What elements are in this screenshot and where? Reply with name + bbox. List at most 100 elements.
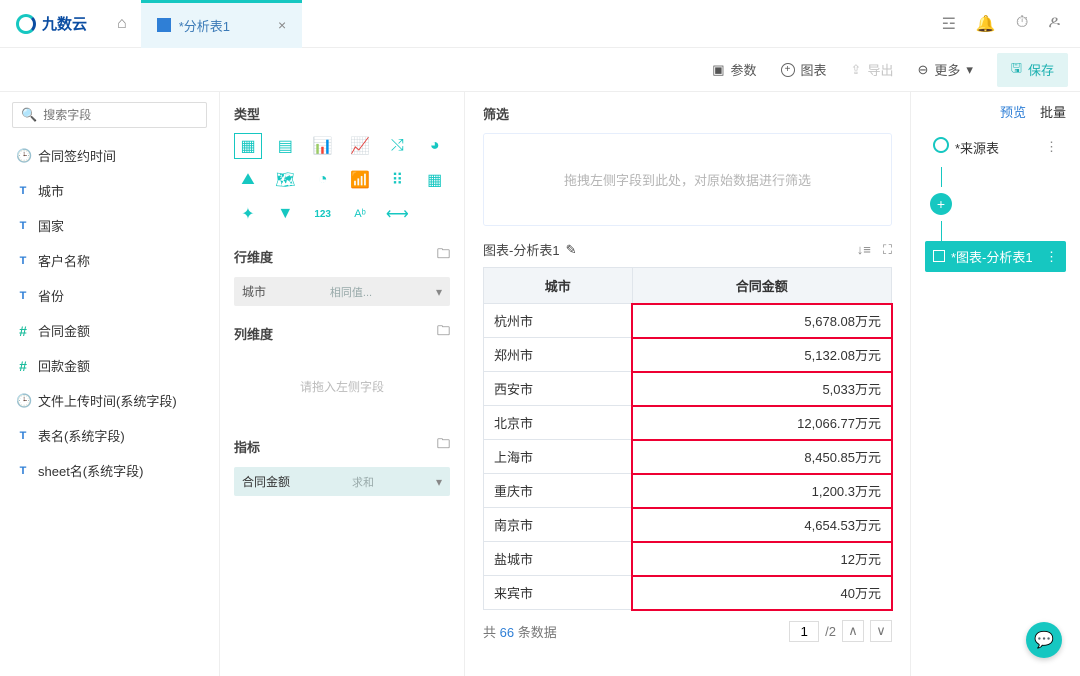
- more-icon[interactable]: ⋮: [1045, 249, 1058, 265]
- chart-type-text[interactable]: Aᵇ: [346, 201, 374, 227]
- metric-agg: 求和: [352, 474, 374, 490]
- field-label: 客户名称: [38, 251, 90, 270]
- field-item[interactable]: #合同金额: [12, 313, 207, 348]
- table-row[interactable]: 郑州市5,132.08万元: [484, 338, 892, 372]
- more-button[interactable]: ⊖ 更多 ▾: [917, 60, 972, 79]
- table-row[interactable]: 上海市8,450.85万元: [484, 440, 892, 474]
- page-prev-button[interactable]: ∧: [842, 620, 864, 642]
- chart-type-pie[interactable]: ◕: [421, 133, 449, 159]
- add-node-button[interactable]: +: [930, 193, 952, 215]
- col-header-city[interactable]: 城市: [484, 268, 633, 304]
- folder-icon[interactable]: 🗀: [437, 245, 450, 267]
- page-input[interactable]: [789, 621, 819, 642]
- table-row[interactable]: 盐城市12万元: [484, 542, 892, 576]
- chart-type-grid[interactable]: ▤: [271, 133, 299, 159]
- col-dim-title: 列维度 🗀: [234, 322, 450, 344]
- brand-text: 九数云: [42, 13, 87, 34]
- export-button[interactable]: ⇪ 导出: [851, 60, 894, 79]
- params-button[interactable]: ▣ 参数: [712, 60, 756, 79]
- more-icon[interactable]: ⋮: [1045, 139, 1058, 155]
- table-row[interactable]: 南京市4,654.53万元: [484, 508, 892, 542]
- metric-pill[interactable]: 合同金额 求和 ▾: [234, 467, 450, 496]
- timer-icon[interactable]: ⏱: [1016, 14, 1028, 34]
- folder-icon[interactable]: 🗀: [437, 322, 450, 344]
- number-icon: #: [16, 358, 30, 374]
- field-item[interactable]: 🕒文件上传时间(系统字段): [12, 383, 207, 418]
- cell-city: 上海市: [484, 440, 633, 474]
- col-header-amount[interactable]: 合同金额: [632, 268, 891, 304]
- node-icon: [933, 137, 949, 153]
- add-chart-button[interactable]: + 图表: [781, 60, 827, 79]
- chart-type-table[interactable]: ▦: [234, 133, 262, 159]
- tab-label: *分析表1: [179, 16, 230, 35]
- notification-icon[interactable]: 🔔: [976, 14, 996, 34]
- filter-dropzone[interactable]: 拖拽左侧字段到此处，对原始数据进行筛选: [483, 133, 892, 226]
- source-node[interactable]: *来源表 ⋮: [925, 131, 1066, 163]
- chart-node[interactable]: *图表-分析表1 ⋮: [925, 241, 1066, 272]
- save-button[interactable]: 🖫 保存: [997, 53, 1068, 87]
- table-row[interactable]: 来宾市40万元: [484, 576, 892, 610]
- data-table: 城市 合同金额 杭州市5,678.08万元郑州市5,132.08万元西安市5,0…: [483, 267, 892, 610]
- chart-type-map[interactable]: 🗺: [271, 167, 299, 193]
- logo[interactable]: 九数云: [0, 13, 103, 34]
- user-icon[interactable]: ዶ: [1048, 14, 1060, 34]
- field-label: 合同金额: [38, 321, 90, 340]
- chart-type-hbar[interactable]: 📈: [346, 133, 374, 159]
- field-item[interactable]: T省份: [12, 278, 207, 313]
- chart-type-scatter[interactable]: ⤭: [383, 133, 411, 159]
- col-dim-dropzone[interactable]: 请拖入左侧字段: [234, 354, 450, 419]
- time-icon: 🕒: [16, 148, 30, 164]
- field-item[interactable]: T城市: [12, 173, 207, 208]
- edit-icon[interactable]: ✎: [566, 242, 577, 258]
- chart-type-stacked[interactable]: 📶: [346, 167, 374, 193]
- cell-amount: 12,066.77万元: [632, 406, 891, 440]
- chevron-down-icon[interactable]: ▾: [436, 285, 442, 299]
- preview-tab[interactable]: 预览: [1000, 102, 1026, 121]
- table-row[interactable]: 重庆市1,200.3万元: [484, 474, 892, 508]
- more-label: 更多: [934, 60, 960, 79]
- chevron-down-icon[interactable]: ▾: [436, 475, 442, 489]
- sort-icon[interactable]: ↓≡: [857, 242, 871, 258]
- batch-tab[interactable]: 批量: [1040, 102, 1066, 121]
- field-search[interactable]: 🔍: [12, 102, 207, 128]
- field-item[interactable]: #回款金额: [12, 348, 207, 383]
- save-label: 保存: [1028, 60, 1054, 79]
- page-next-button[interactable]: ∨: [870, 620, 892, 642]
- connector-line: [941, 167, 942, 187]
- cell-city: 重庆市: [484, 474, 633, 508]
- home-button[interactable]: ⌂: [103, 15, 141, 33]
- text-icon: T: [16, 430, 30, 442]
- chart-type-funnel[interactable]: ▼: [271, 201, 299, 227]
- folder-icon[interactable]: 🗀: [437, 435, 450, 457]
- table-row[interactable]: 西安市5,033万元: [484, 372, 892, 406]
- chart-type-title: 类型: [234, 104, 450, 123]
- chart-type-bar[interactable]: 📊: [309, 133, 337, 159]
- cell-amount: 5,033万元: [632, 372, 891, 406]
- export-icon: ⇪: [851, 62, 862, 78]
- chart-type-sankey[interactable]: ⟷: [383, 201, 411, 227]
- field-item[interactable]: 🕒合同签约时间: [12, 138, 207, 173]
- tab-analysis[interactable]: *分析表1 ×: [141, 0, 302, 48]
- table-row[interactable]: 杭州市5,678.08万元: [484, 304, 892, 338]
- config-panel: 类型 ▦ ▤ 📊 📈 ⤭ ◕ ⛰ 🗺 ◔ 📶 ⠿ ▦ ✦ ▼ 123 Aᵇ ⟷ …: [220, 92, 465, 676]
- table-row[interactable]: 北京市12,066.77万元: [484, 406, 892, 440]
- list-icon[interactable]: ☲: [942, 14, 956, 34]
- tab-close-button[interactable]: ×: [278, 17, 286, 33]
- field-item[interactable]: T表名(系统字段): [12, 418, 207, 453]
- chart-type-bubble[interactable]: ⠿: [383, 167, 411, 193]
- expand-icon[interactable]: ⛶: [883, 242, 892, 258]
- text-icon: T: [16, 465, 30, 477]
- chart-type-radar[interactable]: ✦: [234, 201, 262, 227]
- search-input[interactable]: [43, 108, 198, 122]
- chart-type-area[interactable]: ⛰: [234, 167, 262, 193]
- chart-type-gauge[interactable]: ◔: [309, 167, 337, 193]
- chart-type-heatmap[interactable]: ▦: [421, 167, 449, 193]
- connector-line: [941, 221, 942, 241]
- field-item[interactable]: T客户名称: [12, 243, 207, 278]
- chart-type-number[interactable]: 123: [309, 201, 337, 227]
- metric-value: 合同金额: [242, 473, 290, 490]
- help-fab[interactable]: 💬: [1026, 622, 1062, 658]
- row-dimension-pill[interactable]: 城市 相同值... ▾: [234, 277, 450, 306]
- field-item[interactable]: Tsheet名(系统字段): [12, 453, 207, 488]
- field-item[interactable]: T国家: [12, 208, 207, 243]
